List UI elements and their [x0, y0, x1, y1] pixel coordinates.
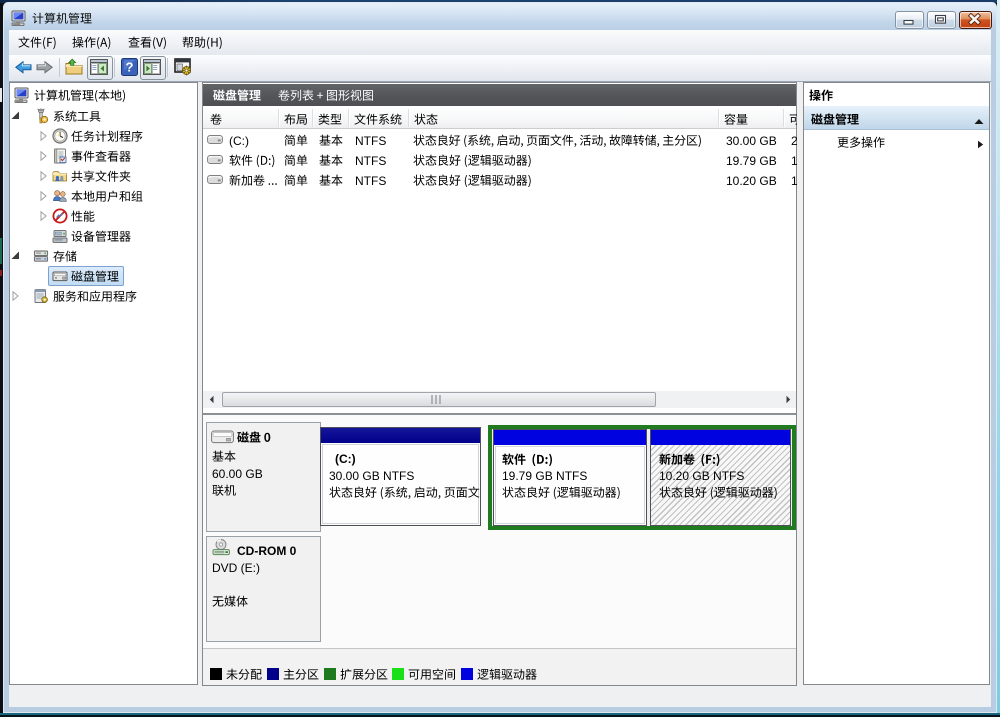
svg-text:60.00 GB: 60.00 GB	[212, 467, 263, 481]
svg-text:NTFS: NTFS	[355, 154, 386, 168]
svg-text:NTFS: NTFS	[355, 174, 386, 188]
svg-text:19.79 GB NTFS: 19.79 GB NTFS	[502, 469, 587, 483]
svg-text:?: ?	[126, 60, 134, 75]
svg-text:10.20 GB NTFS: 10.20 GB NTFS	[659, 469, 744, 483]
svg-text:30.00 GB: 30.00 GB	[726, 134, 777, 148]
svg-text:CD-ROM 0: CD-ROM 0	[237, 544, 297, 558]
svg-text:(C:): (C:)	[335, 452, 356, 466]
svg-text:DVD (E:): DVD (E:)	[212, 561, 260, 575]
svg-text:19.79 GB: 19.79 GB	[726, 154, 777, 168]
svg-text:(C:): (C:)	[229, 134, 249, 148]
svg-text:NTFS: NTFS	[355, 134, 386, 148]
svg-text:10.20 GB: 10.20 GB	[726, 174, 777, 188]
svg-text:30.00 GB NTFS: 30.00 GB NTFS	[329, 469, 414, 483]
